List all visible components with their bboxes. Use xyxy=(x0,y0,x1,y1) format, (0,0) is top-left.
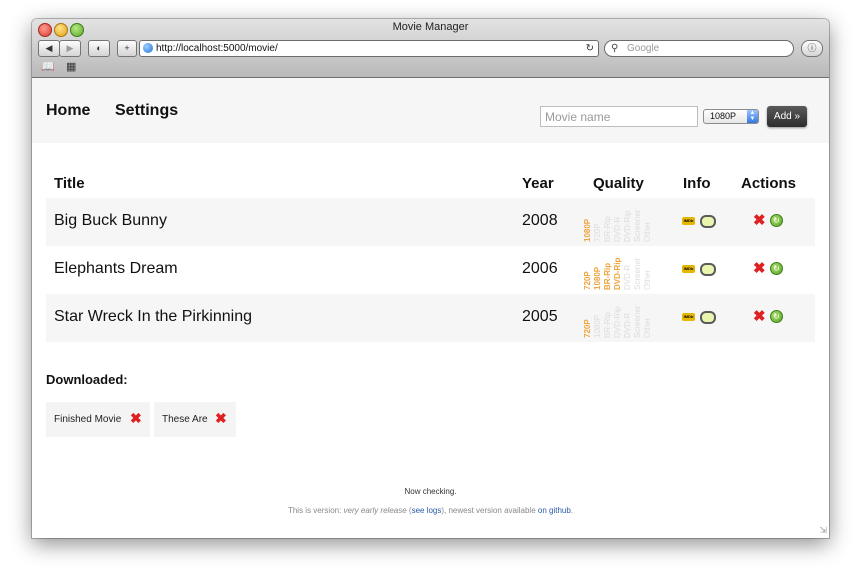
imdb-icon[interactable]: IMDb xyxy=(682,217,695,225)
movie-title: Elephants Dream xyxy=(54,260,178,277)
version-line: This is version: very early release (see… xyxy=(32,506,829,515)
select-arrows-icon: ▲ ▼ xyxy=(747,110,758,123)
quality-tag[interactable]: 1080P xyxy=(593,267,602,290)
globe-icon xyxy=(143,43,153,53)
quality-select-value: 1080P xyxy=(710,111,737,121)
reload-icon[interactable]: ↻ xyxy=(586,41,594,56)
quality-list: 1080P 720P BR-Rip DVD-R DVD-Rip Screener Other xyxy=(582,202,656,242)
back-arrow-icon: ◀ xyxy=(45,43,53,53)
quality-tag[interactable]: DVD-R xyxy=(613,217,622,242)
url-field[interactable]: http://localhost:5000/movie/ ↻ xyxy=(139,40,599,57)
logs-close: ), newest version available xyxy=(441,506,538,515)
quality-tag[interactable]: DVD-R xyxy=(623,313,632,338)
quality-tag[interactable]: Other xyxy=(643,270,652,290)
version-end: . xyxy=(570,506,574,515)
see-logs-link[interactable]: see logs xyxy=(412,506,442,515)
plus-icon: + xyxy=(124,43,130,53)
back-button[interactable]: ◀ xyxy=(38,40,60,57)
quality-tag[interactable]: 720P xyxy=(593,223,602,242)
top-sites-grid-icon[interactable]: ▦ xyxy=(66,60,76,73)
url-text: http://localhost:5000/movie/ xyxy=(156,43,278,54)
trailer-icon[interactable] xyxy=(700,311,716,324)
table-row: Elephants Dream 2006 720P 1080P BR-Rip DVD-Ri… xyxy=(46,246,815,294)
imdb-icon[interactable]: IMDb xyxy=(682,313,695,321)
imdb-icon[interactable]: IMDb xyxy=(682,265,695,273)
contrast-icon: ◐ xyxy=(96,43,102,53)
bookmarks-book-icon[interactable]: 📖 xyxy=(41,60,55,73)
col-header-title: Title xyxy=(54,175,85,192)
quality-tag[interactable]: DVD-R xyxy=(623,265,632,290)
search-input[interactable]: ⚲ Google xyxy=(604,40,794,57)
quality-tag[interactable]: Other xyxy=(643,222,652,242)
quality-tag[interactable]: 1080P xyxy=(593,315,602,338)
resize-grip-icon[interactable]: ⇲ xyxy=(819,525,827,536)
add-movie-button[interactable]: Add » xyxy=(767,106,807,127)
privacy-button[interactable]: ◐ xyxy=(88,40,110,57)
movie-title: Big Buck Bunny xyxy=(54,212,167,229)
downloaded-item-name: These Are xyxy=(162,414,208,425)
github-link[interactable]: on github xyxy=(538,506,571,515)
refresh-icon[interactable]: ↻ xyxy=(770,310,783,323)
forward-arrow-icon: ▶ xyxy=(66,43,74,53)
quality-tag[interactable]: 1080P xyxy=(583,219,592,242)
movie-year: 2008 xyxy=(522,212,558,229)
quality-tag[interactable]: BR-Rip xyxy=(603,312,612,338)
delete-icon[interactable]: ✖ xyxy=(753,259,766,277)
window-title: Movie Manager xyxy=(392,21,469,33)
quality-tag[interactable]: 720P xyxy=(583,271,592,290)
movie-title: Star Wreck In the Pirkinning xyxy=(54,308,253,325)
quality-tag[interactable]: Screener xyxy=(633,210,642,242)
delete-icon[interactable]: ✖ xyxy=(753,307,766,325)
search-placeholder: Google xyxy=(627,43,660,54)
quality-tag[interactable]: DVD-Rip xyxy=(623,210,632,242)
quality-tag[interactable]: Other xyxy=(643,318,652,338)
quality-tag[interactable]: DVD-Rip xyxy=(613,306,622,338)
status-text: Now checking. xyxy=(404,487,457,496)
col-header-actions: Actions xyxy=(741,175,797,192)
col-header-year: Year xyxy=(522,175,554,192)
downloads-button[interactable]: ⓘ xyxy=(801,40,823,57)
quality-tag[interactable]: BR-Rip xyxy=(603,263,612,290)
downloaded-item: These Are ✖ xyxy=(154,402,236,437)
search-icon: ⚲ xyxy=(611,43,619,54)
downloaded-item: Finished Movie ✖ xyxy=(46,402,150,437)
refresh-icon[interactable]: ↻ xyxy=(770,214,783,227)
quality-select[interactable]: 1080P ▲ ▼ xyxy=(703,109,759,124)
movie-year: 2006 xyxy=(522,260,558,277)
delete-icon[interactable]: ✖ xyxy=(753,211,766,229)
trailer-icon[interactable] xyxy=(700,263,716,276)
quality-list: 720P 1080P BR-Rip DVD-Rip DVD-R Screener Other xyxy=(582,250,656,290)
trailer-icon[interactable] xyxy=(700,215,716,228)
version-value: very early release xyxy=(343,506,407,515)
refresh-icon[interactable]: ↻ xyxy=(770,262,783,275)
quality-list: 720P 1080P BR-Rip DVD-Rip DVD-R Screener Other xyxy=(582,298,656,338)
quality-tag[interactable]: DVD-Rip xyxy=(613,258,622,290)
quality-tag[interactable]: BR-Rip xyxy=(603,216,612,242)
quality-tag[interactable]: 720P xyxy=(583,319,592,338)
remove-download-icon[interactable]: ✖ xyxy=(215,410,227,427)
movie-name-input[interactable] xyxy=(540,106,698,127)
browser-chrome: Movie Manager ◀ ▶ ◐ + http://localhost:5… xyxy=(32,19,829,78)
table-row: Star Wreck In the Pirkinning 2005 720P 1080… xyxy=(46,294,815,342)
col-header-info: Info xyxy=(683,175,711,192)
table-row: Big Buck Bunny 2008 1080P 720P BR-Rip DVD-R DV… xyxy=(46,198,815,246)
info-circle-icon: ⓘ xyxy=(807,43,817,53)
add-bookmark-button[interactable]: + xyxy=(117,40,137,57)
browser-window: Movie Manager ◀ ▶ ◐ + http://localhost:5… xyxy=(32,19,829,538)
remove-download-icon[interactable]: ✖ xyxy=(130,410,142,427)
downloaded-heading: Downloaded: xyxy=(46,372,128,387)
forward-button[interactable]: ▶ xyxy=(59,40,81,57)
nav-settings[interactable]: Settings xyxy=(115,102,178,120)
quality-tag[interactable]: Screener xyxy=(633,306,642,338)
col-header-quality: Quality xyxy=(593,175,644,192)
nav-home[interactable]: Home xyxy=(46,102,90,120)
downloaded-item-name: Finished Movie xyxy=(54,414,122,425)
version-prefix: This is version: xyxy=(287,506,344,515)
quality-tag[interactable]: Screener xyxy=(633,258,642,290)
movie-year: 2005 xyxy=(522,308,558,325)
